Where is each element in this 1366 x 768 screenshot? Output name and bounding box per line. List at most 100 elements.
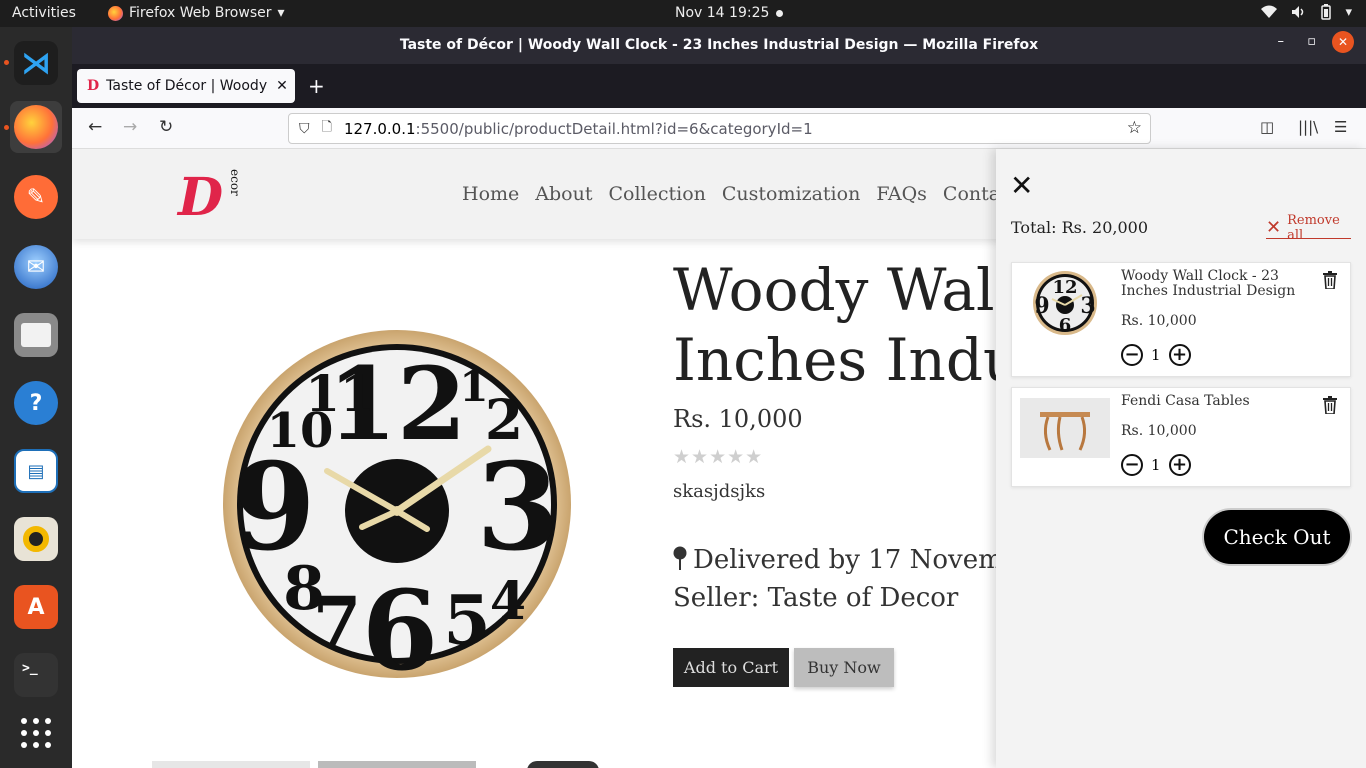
system-tray[interactable]: ▾ <box>1261 4 1352 20</box>
cart-total: Total: Rs. 20,000 <box>1011 218 1149 237</box>
pocket-icon[interactable]: ◫ <box>1260 118 1274 136</box>
dock: ⋊ ✎ ✉ ? ▤ A >_ <box>0 27 72 768</box>
minimize-button[interactable]: – <box>1278 34 1285 49</box>
maximize-button[interactable]: ▫ <box>1307 34 1316 49</box>
close-window-button[interactable]: ✕ <box>1332 31 1354 53</box>
clock-numeral: 3 <box>476 437 560 578</box>
close-tab-icon[interactable]: ✕ <box>276 78 288 94</box>
app-menu[interactable]: Firefox Web Browser ▾ <box>108 5 285 21</box>
quantity-stepper: − 1 + <box>1121 454 1191 476</box>
buy-now-button[interactable]: Buy Now <box>794 648 894 687</box>
cart-item: Fendi Casa Tables Rs. 10,000 − 1 + <box>1011 387 1351 487</box>
clock-numeral: 11 <box>305 364 375 423</box>
logo-letter: D <box>178 167 224 228</box>
running-indicator <box>4 60 9 65</box>
thumbnail-1[interactable] <box>152 761 310 768</box>
cart-item-name: Fendi Casa Tables <box>1121 393 1250 409</box>
back-button[interactable]: ← <box>88 117 102 137</box>
dock-libreoffice-impress[interactable]: ▤ <box>10 445 62 497</box>
menu-icon[interactable]: ☰ <box>1334 118 1347 136</box>
quantity-value: 1 <box>1151 456 1161 474</box>
running-indicator <box>4 125 9 130</box>
navigation-toolbar: ← → ↻ ⛉ 🗋 127.0.0.1:5500/public/productD… <box>72 108 1366 149</box>
library-icon[interactable]: |||\ <box>1298 118 1318 136</box>
trash-icon[interactable] <box>1322 271 1338 289</box>
url-path: :5500/public/productDetail.html?id=6&cat… <box>415 119 813 138</box>
dock-postman[interactable]: ✎ <box>10 171 62 223</box>
browser-tab[interactable]: D Taste of Décor | Woody Wall Clock - 23… <box>77 69 295 103</box>
tab-title: Taste of Décor | Woody Wall Clock - 23 I… <box>106 78 272 94</box>
product-image: 12 1 2 3 4 5 6 7 8 9 10 11 <box>223 330 571 679</box>
dock-firefox[interactable] <box>10 101 62 153</box>
cart-item: 12 9 3 6 Woody Wall Clock - 23 Inches In… <box>1011 262 1351 377</box>
shield-icon[interactable]: ⛉ <box>299 121 310 137</box>
vscode-icon: ⋊ <box>14 41 58 85</box>
wifi-icon <box>1261 5 1278 18</box>
site-logo[interactable]: D ecor <box>178 167 242 228</box>
cart-drawer: ✕ Total: Rs. 20,000 ✕ Remove all 12 9 3 … <box>996 149 1366 768</box>
clock-numeral: 4 <box>490 571 526 632</box>
dock-vscode[interactable]: ⋊ <box>10 37 62 89</box>
map-pin-icon <box>673 546 687 570</box>
url-text: 127.0.0.1:5500/public/productDetail.html… <box>344 120 813 138</box>
thumbnail-3[interactable] <box>527 761 599 768</box>
speaker-icon <box>14 517 58 561</box>
dock-rhythmbox[interactable] <box>10 513 62 565</box>
add-to-cart-button[interactable]: Add to Cart <box>673 648 789 687</box>
checkout-button[interactable]: Check Out <box>1204 510 1350 564</box>
window-titlebar: Taste of Décor | Woody Wall Clock - 23 I… <box>72 27 1366 64</box>
product-price: Rs. 10,000 <box>673 405 803 433</box>
rating-stars: ★★★★★ <box>673 446 764 468</box>
dock-terminal[interactable]: >_ <box>10 649 62 701</box>
software-store-icon: A <box>14 585 58 629</box>
delivery-info: Delivered by 17 November <box>673 545 1047 575</box>
decrease-quantity-button[interactable]: − <box>1121 454 1143 476</box>
thunderbird-icon: ✉ <box>14 245 58 289</box>
decrease-quantity-button[interactable]: − <box>1121 344 1143 366</box>
thumbnail-2[interactable] <box>318 761 476 768</box>
url-bar[interactable]: ⛉ 🗋 127.0.0.1:5500/public/productDetail.… <box>288 113 1151 144</box>
main-nav: Home About Collection Customization FAQs… <box>462 183 1050 205</box>
document-icon: ▤ <box>14 449 58 493</box>
dock-software[interactable]: A <box>10 581 62 633</box>
site-favicon: D <box>87 78 100 94</box>
trash-icon[interactable] <box>1322 396 1338 414</box>
remove-all-label: Remove all <box>1287 212 1340 243</box>
nav-collection[interactable]: Collection <box>608 183 705 205</box>
seller-info: Seller: Taste of Decor <box>673 583 959 613</box>
chevron-down-icon: ▾ <box>277 5 285 21</box>
dock-files[interactable] <box>10 309 62 361</box>
system-top-bar: Activities Firefox Web Browser ▾ Nov 14 … <box>0 0 1366 27</box>
show-apps-button[interactable] <box>10 707 62 759</box>
nav-about[interactable]: About <box>535 183 592 205</box>
svg-text:6: 6 <box>1059 315 1072 336</box>
window-title: Taste of Décor | Woody Wall Clock - 23 I… <box>399 37 1039 53</box>
postman-icon: ✎ <box>14 175 58 219</box>
quantity-stepper: − 1 + <box>1121 344 1191 366</box>
close-icon[interactable]: ✕ <box>1010 169 1033 202</box>
nav-faqs[interactable]: FAQs <box>876 183 927 205</box>
battery-icon <box>1321 4 1332 20</box>
clock[interactable]: Nov 14 19:25 <box>675 5 769 21</box>
dock-help[interactable]: ? <box>10 377 62 429</box>
logo-text: ecor <box>228 169 242 196</box>
reload-button[interactable]: ↻ <box>159 117 173 137</box>
new-tab-button[interactable]: + <box>308 74 325 98</box>
increase-quantity-button[interactable]: + <box>1168 344 1191 366</box>
tab-bar: D Taste of Décor | Woody Wall Clock - 23… <box>72 64 1366 108</box>
firefox-icon <box>108 5 123 21</box>
page-info-icon[interactable]: 🗋 <box>322 118 332 140</box>
grid-icon <box>21 718 51 748</box>
activities-button[interactable]: Activities <box>12 5 76 21</box>
dock-thunderbird[interactable]: ✉ <box>10 241 62 293</box>
bookmark-star-icon[interactable]: ☆ <box>1127 118 1142 138</box>
delivery-text: Delivered by 17 November <box>693 545 1048 575</box>
nav-home[interactable]: Home <box>462 183 519 205</box>
product-description: skasjdsjks <box>673 481 766 502</box>
close-icon: ✕ <box>1266 217 1282 238</box>
remove-all-button[interactable]: ✕ Remove all <box>1266 213 1351 243</box>
nav-customization[interactable]: Customization <box>722 183 860 205</box>
increase-quantity-button[interactable]: + <box>1168 454 1191 476</box>
svg-text:9: 9 <box>1034 293 1049 319</box>
forward-button[interactable]: → <box>123 117 137 137</box>
